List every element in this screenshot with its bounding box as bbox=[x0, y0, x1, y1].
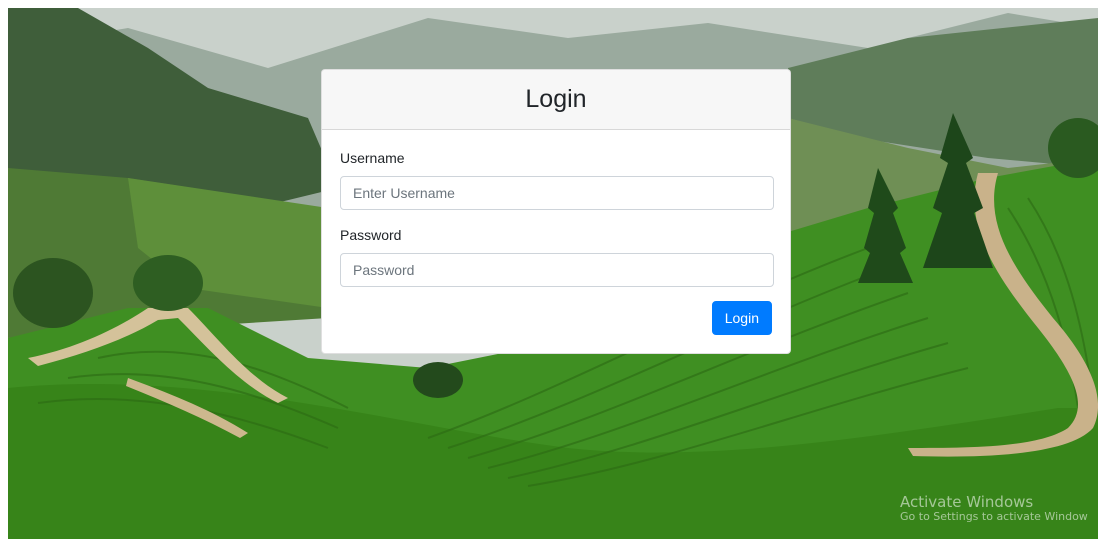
form-actions: Login bbox=[340, 301, 772, 335]
watermark-subtitle: Go to Settings to activate Window bbox=[900, 510, 1088, 524]
password-label: Password bbox=[340, 227, 402, 243]
activate-windows-watermark: Activate Windows Go to Settings to activ… bbox=[900, 493, 1088, 524]
password-input[interactable] bbox=[340, 253, 774, 287]
login-form: Username Password Login bbox=[322, 130, 790, 335]
username-input[interactable] bbox=[340, 176, 774, 210]
login-title: Login bbox=[525, 85, 587, 113]
username-label: Username bbox=[340, 150, 405, 166]
login-button[interactable]: Login bbox=[711, 301, 772, 335]
watermark-title: Activate Windows bbox=[900, 493, 1034, 511]
login-card: Login Username Password Login bbox=[321, 69, 791, 354]
login-card-header: Login bbox=[322, 70, 790, 130]
